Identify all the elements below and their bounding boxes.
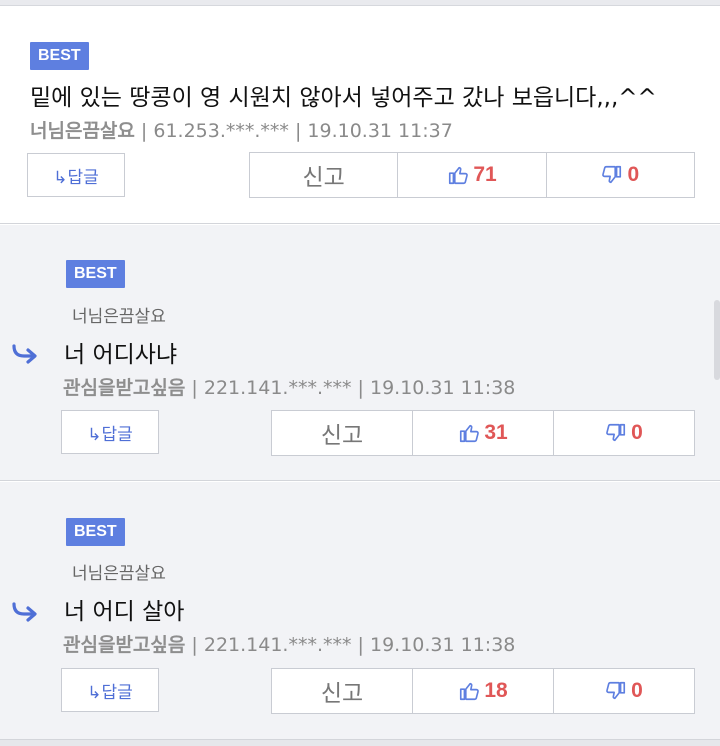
comment-text: 너 어디사냐 bbox=[64, 342, 178, 368]
downvote-button[interactable]: 0 bbox=[553, 669, 694, 713]
report-button[interactable]: 신고 bbox=[272, 669, 412, 713]
best-badge: BEST bbox=[30, 42, 89, 70]
thumbs-down-icon bbox=[606, 423, 626, 442]
report-button[interactable]: 신고 bbox=[272, 411, 412, 455]
comment-author[interactable]: 너님은끔살요 bbox=[30, 120, 135, 142]
thumbs-down-icon bbox=[606, 681, 626, 700]
reply-button[interactable]: ↳답글 bbox=[27, 153, 125, 197]
comment-best-1: BEST 밑에 있는 땅콩이 영 시원치 않아서 넣어주고 갔나 보읍니다,,,… bbox=[0, 6, 720, 224]
reply-arrow-icon bbox=[12, 602, 37, 622]
comment-actions: 신고 71 0 bbox=[249, 152, 695, 198]
quoted-author: 너님은끔살요 bbox=[72, 307, 166, 327]
scrollbar-thumb[interactable] bbox=[714, 300, 720, 380]
downvote-count: 0 bbox=[631, 679, 643, 702]
reply-arrow-icon bbox=[12, 344, 37, 364]
comment-author[interactable]: 관심을받고싶음 bbox=[63, 377, 185, 399]
bottom-divider bbox=[0, 740, 720, 746]
upvote-button[interactable]: 18 bbox=[412, 669, 553, 713]
thumbs-down-icon bbox=[602, 165, 622, 184]
downvote-button[interactable]: 0 bbox=[545, 153, 694, 197]
comment-text: 밑에 있는 땅콩이 영 시원치 않아서 넣어주고 갔나 보읍니다,,,^^ bbox=[30, 85, 657, 111]
downvote-button[interactable]: 0 bbox=[553, 411, 694, 455]
thumbs-up-icon bbox=[460, 682, 480, 701]
comment-meta: 관심을받고싶음 | 221.141.***.*** | 19.10.31 11:… bbox=[63, 630, 515, 657]
best-badge: BEST bbox=[66, 260, 125, 288]
comment-meta: 관심을받고싶음 | 221.141.***.*** | 19.10.31 11:… bbox=[63, 373, 515, 400]
comment-text: 너 어디 살아 bbox=[64, 599, 185, 625]
thumbs-up-icon bbox=[460, 424, 480, 443]
comment-ip-date: | 221.141.***.*** | 19.10.31 11:38 bbox=[185, 377, 516, 399]
comment-actions: 신고 18 0 bbox=[271, 668, 695, 714]
reply-button[interactable]: ↳답글 bbox=[61, 668, 159, 712]
upvote-button[interactable]: 71 bbox=[397, 153, 545, 197]
comment-ip-date: | 61.253.***.*** | 19.10.31 11:37 bbox=[134, 120, 453, 142]
comment-author[interactable]: 관심을받고싶음 bbox=[63, 634, 185, 656]
comment-meta: 너님은끔살요 | 61.253.***.*** | 19.10.31 11:37 bbox=[30, 116, 453, 143]
reply-button[interactable]: ↳답글 bbox=[61, 410, 159, 454]
upvote-count: 71 bbox=[473, 163, 497, 186]
comment-actions: 신고 31 0 bbox=[271, 410, 695, 456]
comment-ip-date: | 221.141.***.*** | 19.10.31 11:38 bbox=[185, 634, 516, 656]
comment-reply-2: BEST 너님은끔살요 너 어디 살아 관심을받고싶음 | 221.141.**… bbox=[0, 482, 720, 740]
comment-reply-1: BEST 너님은끔살요 너 어디사냐 관심을받고싶음 | 221.141.***… bbox=[0, 225, 720, 481]
downvote-count: 0 bbox=[631, 421, 643, 444]
upvote-button[interactable]: 31 bbox=[412, 411, 553, 455]
best-badge: BEST bbox=[66, 518, 125, 546]
thumbs-up-icon bbox=[449, 166, 469, 185]
upvote-count: 31 bbox=[484, 421, 508, 444]
upvote-count: 18 bbox=[484, 679, 508, 702]
quoted-author: 너님은끔살요 bbox=[72, 564, 166, 584]
report-button[interactable]: 신고 bbox=[250, 153, 397, 197]
downvote-count: 0 bbox=[627, 163, 640, 186]
